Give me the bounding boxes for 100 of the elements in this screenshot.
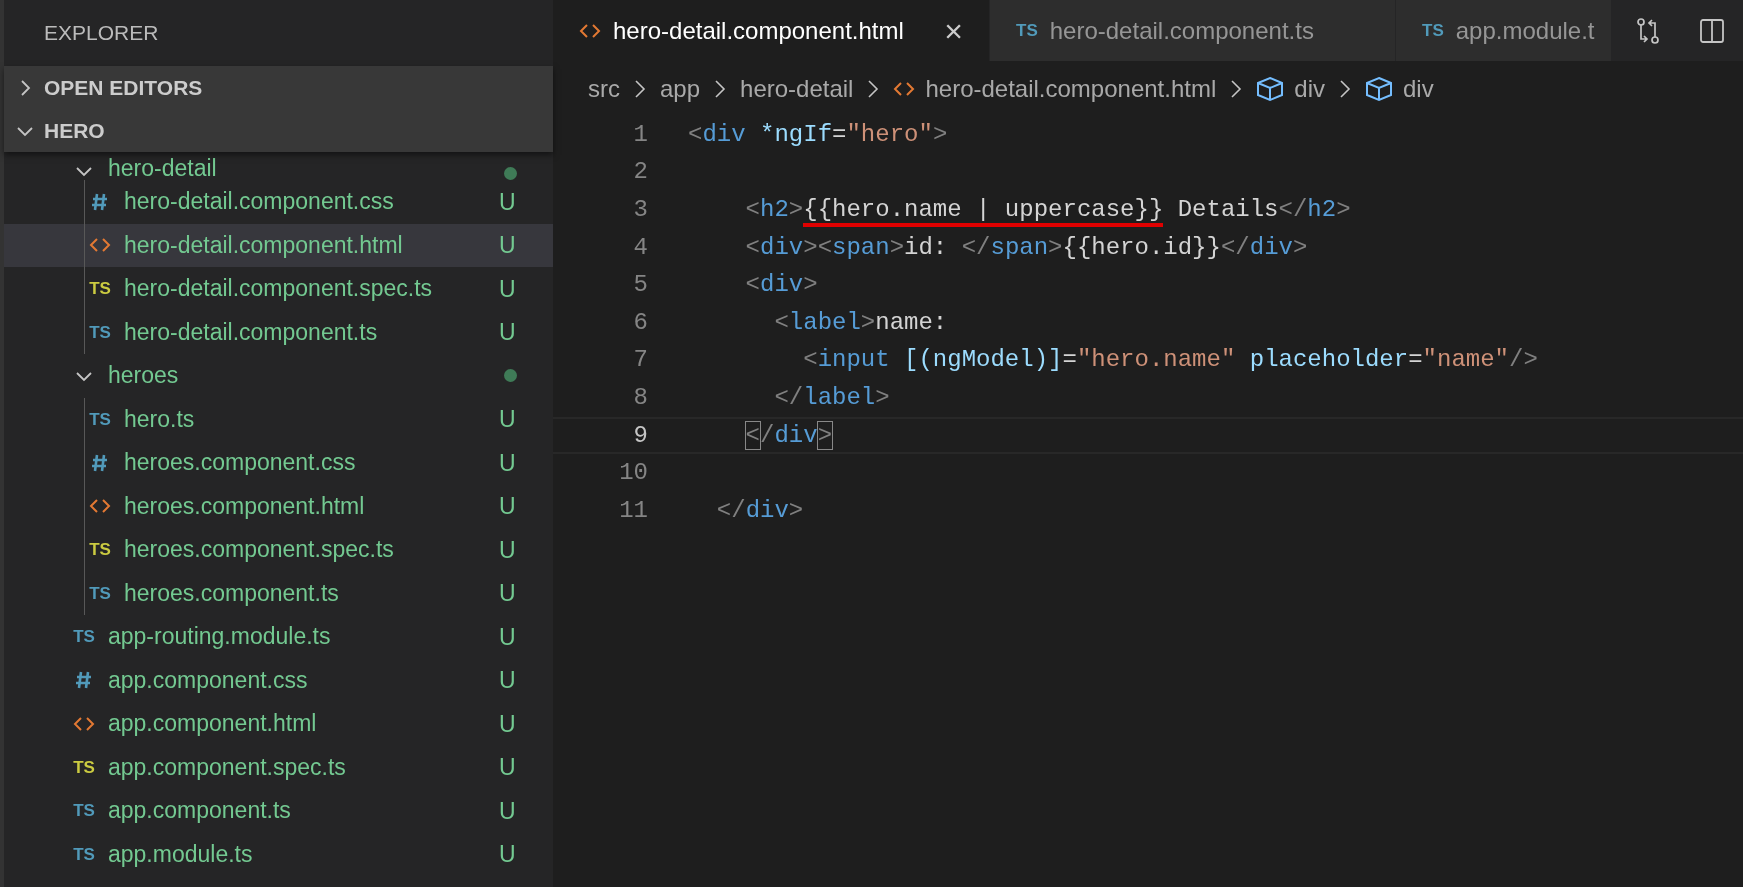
untracked-status: U bbox=[499, 753, 517, 782]
split-editor-icon[interactable] bbox=[1699, 17, 1725, 44]
file-name: hero-detail.component.spec.ts bbox=[124, 277, 434, 301]
line-number: 5 bbox=[632, 270, 648, 301]
code-brackets-icon bbox=[89, 237, 111, 254]
section-header[interactable]: HERO bbox=[4, 109, 553, 152]
typescript-icon: TS bbox=[73, 845, 95, 863]
breadcrumb[interactable]: div bbox=[1360, 70, 1438, 107]
untracked-status: U bbox=[499, 274, 517, 304]
code-brackets-icon bbox=[579, 22, 601, 39]
file-row[interactable]: TS heroes.component.spec.ts U bbox=[4, 528, 553, 572]
file-row[interactable]: hero-detail.component.css U bbox=[4, 180, 553, 224]
untracked-status: U bbox=[499, 796, 517, 826]
typescript-icon: TS bbox=[89, 410, 111, 428]
typescript-icon: TS bbox=[73, 758, 95, 776]
file-name: heroes.component.css bbox=[124, 451, 357, 475]
chevron-right-icon bbox=[1230, 78, 1243, 99]
file-row[interactable]: TS app.component.spec.ts U bbox=[4, 745, 553, 789]
hash-icon bbox=[75, 670, 93, 691]
typescript-icon: TS bbox=[89, 541, 111, 559]
typescript-icon: TS bbox=[89, 584, 111, 602]
file-row[interactable]: app.component.html U bbox=[4, 702, 553, 746]
folder-name: hero-detail bbox=[108, 157, 218, 180]
file-row[interactable]: heroes.component.css U bbox=[4, 441, 553, 485]
file-name: app.component.css bbox=[108, 668, 309, 692]
breadcrumb[interactable]: div bbox=[1252, 70, 1329, 107]
breadcrumb[interactable]: src bbox=[584, 70, 624, 107]
untracked-status: U bbox=[499, 318, 517, 347]
file-name: hero.ts bbox=[124, 407, 196, 431]
line-number: 10 bbox=[618, 458, 648, 489]
file-row[interactable]: TS hero.ts U bbox=[4, 397, 553, 441]
file-row[interactable]: hero-detail.component.html U bbox=[4, 223, 553, 267]
file-name: app.component.ts bbox=[108, 799, 292, 823]
cube-icon bbox=[1256, 75, 1285, 102]
code-line: </label> bbox=[773, 382, 890, 413]
file-row[interactable]: TS hero-detail.component.ts U bbox=[4, 310, 553, 354]
file-name: app.module.ts bbox=[108, 842, 254, 866]
cube-icon bbox=[1364, 75, 1393, 102]
file-name: app.component.spec.ts bbox=[108, 755, 347, 779]
line-number: 4 bbox=[632, 232, 648, 263]
line-number: 6 bbox=[632, 307, 648, 338]
untracked-status: U bbox=[499, 448, 517, 478]
code-line: <h2>{{hero.name | uppercase}} Details</h2> bbox=[688, 192, 1351, 228]
compare-changes-icon[interactable] bbox=[1635, 16, 1661, 45]
line-number: 2 bbox=[632, 157, 648, 188]
hash-icon bbox=[91, 452, 109, 473]
code-line: <div><span>id: </span>{{hero.id}}</div> bbox=[744, 232, 1308, 263]
file-row[interactable]: TS app.component.ts U bbox=[4, 789, 553, 833]
breadcrumb[interactable]: hero-detail bbox=[736, 70, 858, 107]
line-number: 8 bbox=[632, 382, 648, 413]
file-row[interactable]: app.component.css U bbox=[4, 658, 553, 702]
untracked-status: U bbox=[499, 187, 517, 217]
typescript-icon: TS bbox=[1016, 22, 1038, 39]
typescript-icon: TS bbox=[73, 802, 95, 820]
file-row[interactable]: TS heroes.component.ts U bbox=[4, 571, 553, 615]
code-line: <div> bbox=[744, 270, 818, 301]
section-header[interactable]: OPEN EDITORS bbox=[4, 66, 553, 109]
code-line: </div> bbox=[715, 495, 804, 526]
typescript-icon: TS bbox=[89, 280, 111, 298]
editor-tab[interactable]: TS app.module.t bbox=[1396, 0, 1612, 61]
file-name: hero-detail.component.html bbox=[124, 233, 404, 257]
untracked-status: U bbox=[499, 231, 517, 260]
breadcrumb[interactable]: app bbox=[656, 70, 705, 107]
file-row[interactable]: TS app.module.ts U bbox=[4, 832, 553, 876]
file-name: app-routing.module.ts bbox=[108, 625, 332, 649]
breadcrumb[interactable]: hero-detail.component.html bbox=[889, 70, 1221, 107]
typescript-icon: TS bbox=[73, 628, 95, 646]
file-row[interactable]: TS hero-detail.component.spec.ts U bbox=[4, 267, 553, 311]
line-number: 3 bbox=[632, 195, 648, 225]
hash-icon bbox=[91, 191, 109, 212]
file-name: hero-detail.component.css bbox=[124, 190, 395, 214]
chevron-right-icon bbox=[1338, 78, 1351, 99]
code-line: <label>name: bbox=[773, 307, 948, 338]
line-number: 1 bbox=[632, 119, 648, 150]
file-name: heroes.component.spec.ts bbox=[124, 538, 395, 562]
close-icon[interactable]: × bbox=[944, 14, 963, 47]
code-line: <input [(ngModel)]="hero.name" placeholder="name"/> bbox=[802, 345, 1538, 376]
chevron-right-icon bbox=[634, 78, 646, 99]
untracked-status: U bbox=[499, 535, 517, 565]
folder-row[interactable]: heroes bbox=[4, 354, 553, 398]
line-number: 7 bbox=[632, 345, 648, 376]
untracked-status: U bbox=[499, 666, 517, 695]
editor-tab[interactable]: TS hero-detail.component.ts bbox=[990, 0, 1396, 61]
file-row[interactable]: heroes.component.html U bbox=[4, 484, 553, 528]
folder-row[interactable]: hero-detail bbox=[4, 152, 553, 180]
folder-name: heroes bbox=[108, 364, 180, 388]
code-brackets-icon bbox=[893, 80, 916, 97]
chevron-right-icon bbox=[714, 78, 727, 99]
file-row[interactable]: TS app-routing.module.ts U bbox=[4, 615, 553, 659]
chevron-right-icon bbox=[867, 78, 880, 99]
code-brackets-icon bbox=[73, 715, 95, 732]
line-number: 9 bbox=[632, 420, 648, 451]
untracked-status: U bbox=[499, 405, 517, 434]
code-line: </div> bbox=[744, 420, 833, 451]
file-name: heroes.component.ts bbox=[124, 581, 340, 605]
editor-tab[interactable]: hero-detail.component.html × bbox=[553, 0, 990, 61]
code-line: <div *ngIf="hero"> bbox=[688, 119, 948, 150]
file-name: heroes.component.html bbox=[124, 494, 366, 518]
file-name: app.component.html bbox=[108, 712, 318, 736]
untracked-status: U bbox=[499, 579, 517, 608]
